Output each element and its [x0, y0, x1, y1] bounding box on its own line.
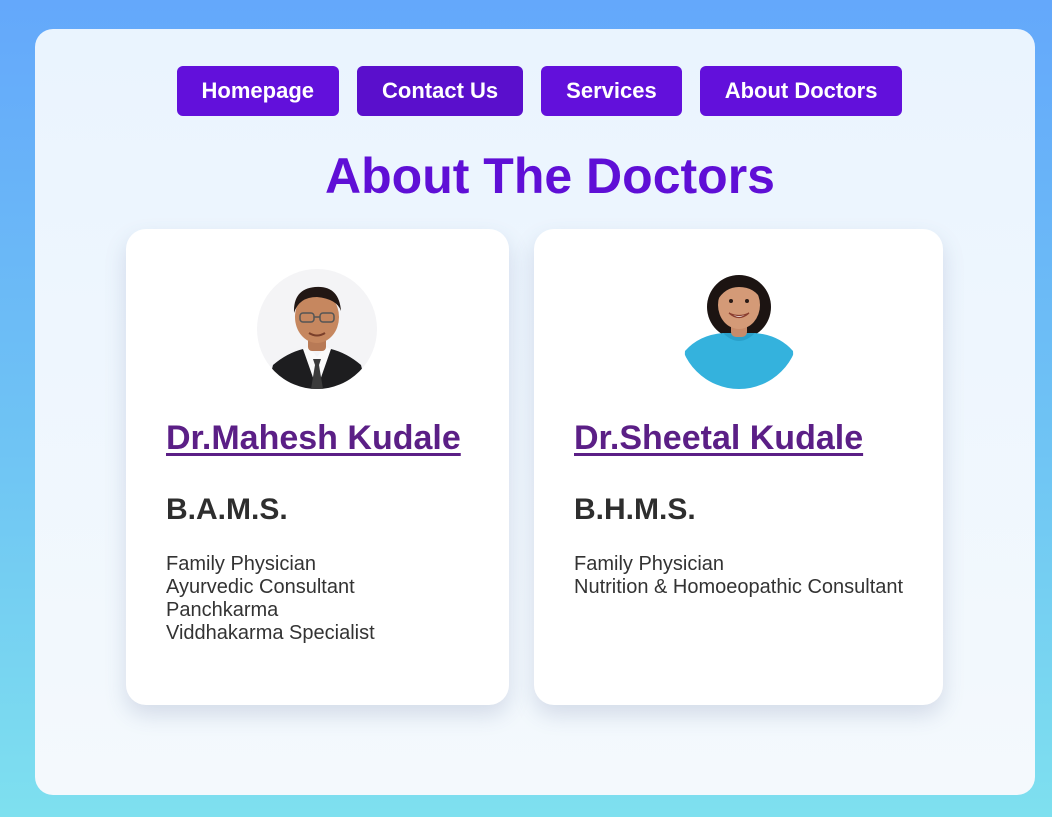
- doctor-role-item: Family Physician: [574, 553, 725, 575]
- doctor-degree: B.H.M.S.: [574, 493, 696, 526]
- doctor-role-item: Panchkarma: [166, 599, 279, 621]
- nav-homepage-button[interactable]: Homepage: [176, 66, 340, 116]
- doctor-name-link[interactable]: Dr.Mahesh Kudale: [166, 419, 461, 458]
- doctor-photo-avatar: [257, 269, 377, 389]
- top-nav: Homepage Contact Us Services About Docto…: [35, 66, 1035, 116]
- doctor-roles-list: Family Physician Ayurvedic Consultant Pa…: [166, 553, 375, 645]
- nav-services-button[interactable]: Services: [541, 66, 682, 116]
- nav-contact-us-button[interactable]: Contact Us: [357, 66, 524, 116]
- doctor-card: Dr.Mahesh Kudale B.A.M.S. Family Physici…: [126, 229, 509, 705]
- page-title: About The Doctors: [325, 148, 775, 204]
- doctor-roles-list: Family Physician Nutrition & Homoeopathi…: [574, 553, 903, 599]
- doctor-name-link[interactable]: Dr.Sheetal Kudale: [574, 419, 863, 458]
- content-panel: Homepage Contact Us Services About Docto…: [35, 29, 1035, 795]
- nav-about-doctors-button[interactable]: About Doctors: [699, 66, 903, 116]
- doctor-role-item: Viddhakarma Specialist: [166, 622, 375, 644]
- female-doctor-portrait: [679, 269, 799, 389]
- doctor-photo-avatar: [679, 269, 799, 389]
- doctor-degree: B.A.M.S.: [166, 493, 288, 526]
- doctor-role-item: Nutrition & Homoeopathic Consultant: [574, 576, 904, 598]
- doctor-role-item: Family Physician: [166, 553, 317, 575]
- doctor-role-item: Ayurvedic Consultant: [166, 576, 355, 598]
- doctor-card: Dr.Sheetal Kudale B.H.M.S. Family Physic…: [534, 229, 943, 705]
- male-doctor-portrait: [257, 269, 377, 389]
